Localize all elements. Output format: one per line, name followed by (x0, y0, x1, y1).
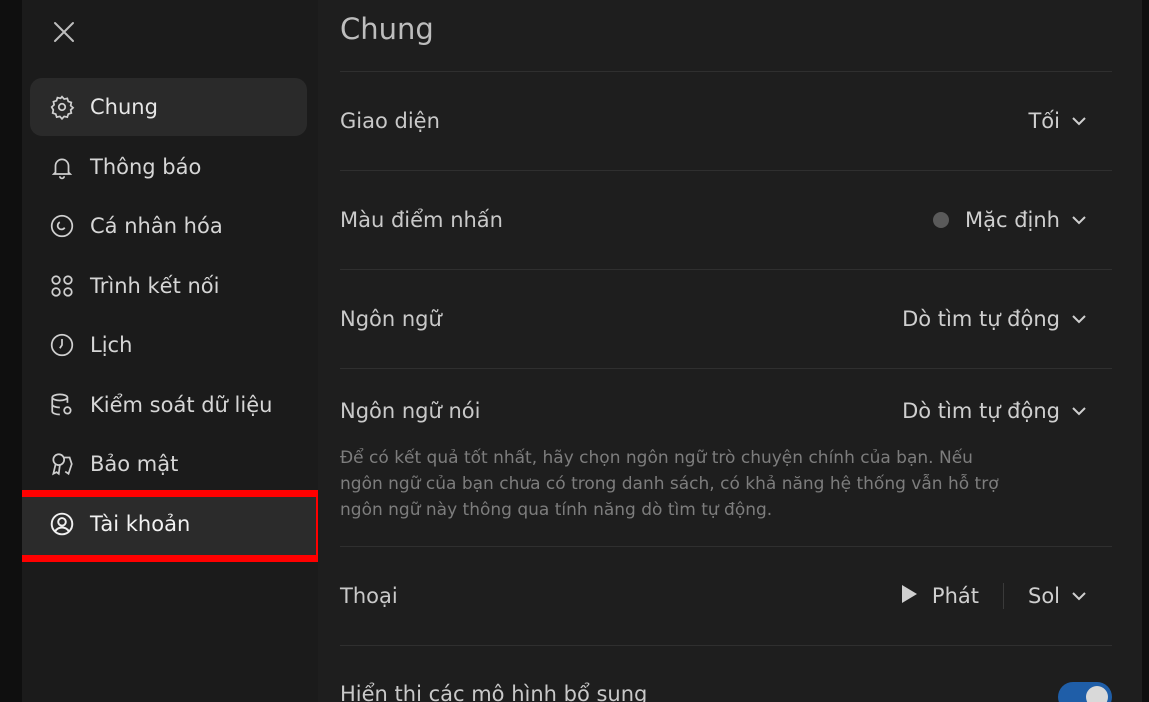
dropdown-value: Dò tìm tự động (902, 399, 1060, 423)
play-button[interactable]: Phát (900, 584, 1003, 609)
setting-row-voice: Thoại Phát Sol (340, 546, 1112, 645)
sidebar-item-personalization[interactable]: Cá nhân hóa (30, 197, 307, 255)
chevron-down-icon (1070, 211, 1088, 229)
sidebar-item-label: Trình kết nối (90, 273, 220, 298)
database-gear-icon (48, 391, 76, 419)
dropdown-value: Mặc định (965, 208, 1060, 232)
sidebar-item-calendar[interactable]: Lịch (30, 316, 307, 374)
personalize-icon (48, 212, 76, 240)
sidebar-item-data-controls[interactable]: Kiểm soát dữ liệu (30, 376, 307, 434)
security-icon (48, 450, 76, 478)
sidebar-item-label: Cá nhân hóa (90, 214, 223, 238)
page-title: Chung (340, 12, 434, 46)
setting-row-accent-color: Màu điểm nhấn Mặc định (340, 170, 1112, 269)
voice-controls: Phát Sol (900, 583, 1112, 609)
accent-color-dropdown[interactable]: Mặc định (933, 208, 1112, 232)
sidebar-item-general[interactable]: Chung (30, 78, 307, 136)
sidebar-item-label: Bảo mật (90, 452, 179, 476)
setting-row-language: Ngôn ngữ Dò tìm tự động (340, 269, 1112, 368)
sidebar-item-label: Lịch (90, 333, 133, 357)
toggle-knob (1086, 686, 1108, 702)
sidebar-item-security[interactable]: Bảo mật (30, 435, 307, 493)
setting-label: Ngôn ngữ (340, 307, 442, 331)
setting-description: Để có kết quả tốt nhất, hãy chọn ngôn ng… (340, 448, 999, 520)
chevron-down-icon (1070, 310, 1088, 328)
dropdown-value: Dò tìm tự động (902, 307, 1060, 331)
settings-content: Chung Giao diện Tối Màu điểm nhấn Mặc đị… (318, 0, 1142, 702)
setting-row-additional-models: Hiển thị các mô hình bổ sung (340, 645, 1112, 702)
sidebar-item-label: Chung (90, 95, 158, 119)
setting-label: Thoại (340, 584, 398, 608)
additional-models-toggle[interactable] (1058, 682, 1112, 702)
dropdown-value: Tối (1028, 109, 1060, 133)
settings-rows: Giao diện Tối Màu điểm nhấn Mặc định Ngô… (340, 71, 1112, 702)
theme-dropdown[interactable]: Tối (1028, 109, 1112, 133)
sidebar-item-notifications[interactable]: Thông báo (30, 138, 307, 196)
bell-icon (48, 153, 76, 181)
play-icon (900, 584, 918, 609)
language-dropdown[interactable]: Dò tìm tự động (902, 307, 1112, 331)
sidebar-item-label: Thông báo (90, 154, 202, 179)
settings-nav: Chung Thông báo Cá nhân hóa Trình kết nố… (30, 78, 307, 554)
close-icon (54, 22, 74, 42)
sidebar-item-account[interactable]: Tài khoản (30, 495, 307, 553)
play-label: Phát (931, 584, 979, 608)
sidebar-item-label: Tài khoản (90, 511, 191, 536)
clock-icon (48, 331, 76, 359)
dropdown-value: Sol (1027, 584, 1060, 608)
chevron-down-icon (1070, 112, 1088, 130)
sidebar-item-connectors[interactable]: Trình kết nối (30, 257, 307, 315)
setting-label: Hiển thị các mô hình bổ sung (340, 682, 648, 702)
setting-label: Giao diện (340, 109, 440, 133)
chevron-down-icon (1070, 402, 1088, 420)
voice-dropdown[interactable]: Sol (1028, 584, 1088, 608)
color-dot-icon (933, 212, 949, 228)
chevron-down-icon (1070, 587, 1088, 605)
settings-dialog: Chung Thông báo Cá nhân hóa Trình kết nố… (22, 0, 1142, 702)
setting-label: Ngôn ngữ nói (340, 399, 481, 423)
sidebar-item-label: Kiểm soát dữ liệu (90, 392, 273, 417)
setting-row-spoken-language: Ngôn ngữ nói Dò tìm tự động Để có kết qu… (340, 368, 1112, 546)
divider (1002, 583, 1004, 609)
connectors-icon (48, 272, 76, 300)
close-button[interactable] (50, 18, 78, 46)
setting-label: Màu điểm nhấn (340, 208, 503, 232)
setting-row-theme: Giao diện Tối (340, 71, 1112, 170)
settings-sidebar: Chung Thông báo Cá nhân hóa Trình kết nố… (22, 0, 323, 702)
gear-icon (48, 93, 76, 121)
user-circle-icon (48, 510, 76, 538)
spoken-language-dropdown[interactable]: Dò tìm tự động (902, 399, 1112, 423)
